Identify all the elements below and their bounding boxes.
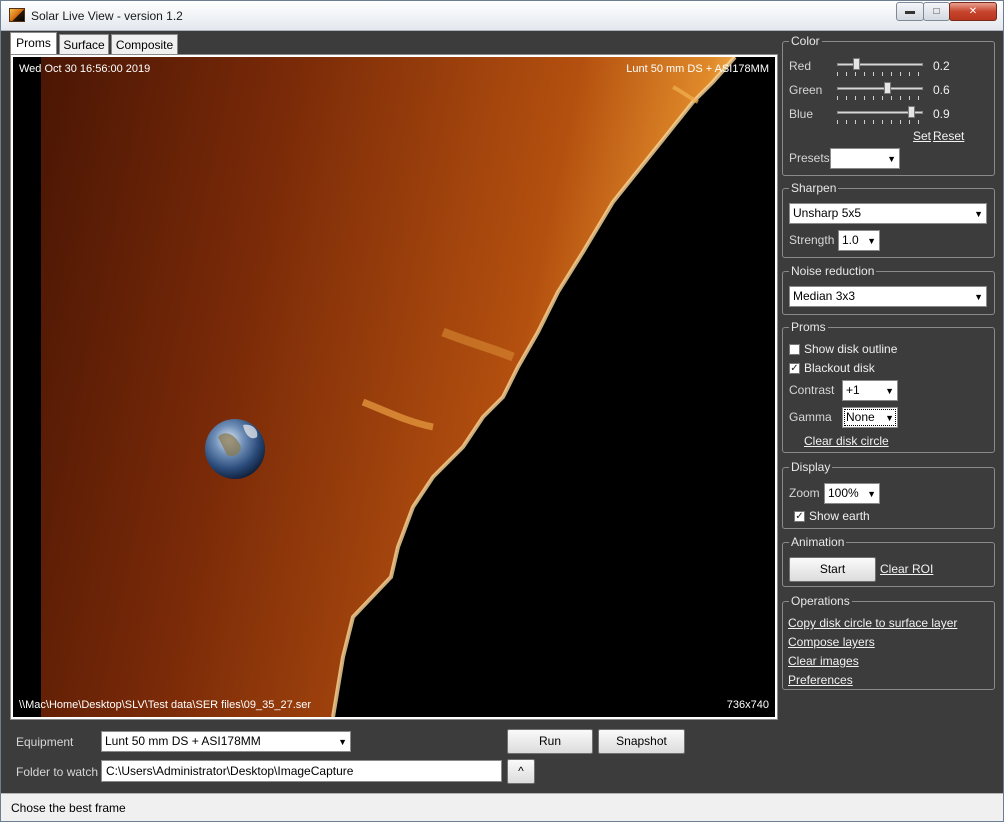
chevron-down-icon: ▼ bbox=[974, 209, 983, 219]
strength-value: 1.0 bbox=[842, 233, 859, 247]
red-slider[interactable] bbox=[837, 63, 923, 66]
presets-label: Presets bbox=[789, 151, 830, 165]
green-slider-ticks bbox=[837, 96, 923, 100]
snapshot-button[interactable]: Snapshot bbox=[598, 729, 685, 754]
folder-input[interactable]: C:\Users\Administrator\Desktop\ImageCapt… bbox=[101, 760, 502, 782]
presets-dropdown[interactable]: ▼ bbox=[830, 148, 900, 169]
contrast-label: Contrast bbox=[789, 383, 835, 397]
blue-value: 0.9 bbox=[933, 107, 950, 121]
file-path-overlay: \\Mac\Home\Desktop\SLV\Test data\SER fil… bbox=[19, 699, 312, 711]
contrast-value: +1 bbox=[846, 383, 860, 397]
chevron-down-icon: ▼ bbox=[974, 292, 983, 302]
green-slider[interactable] bbox=[837, 87, 923, 90]
chevron-down-icon: ▼ bbox=[885, 386, 894, 396]
title-bar[interactable]: Solar Live View - version 1.2 ▬ □ ✕ bbox=[1, 1, 1003, 31]
clear-roi-link[interactable]: Clear ROI bbox=[880, 562, 933, 576]
zoom-label: Zoom bbox=[789, 486, 820, 500]
noise-reduction-group: Noise reduction Median 3x3 ▼ bbox=[782, 264, 995, 315]
gamma-value: None bbox=[846, 410, 875, 424]
noise-method-dropdown[interactable]: Median 3x3 ▼ bbox=[789, 286, 987, 307]
noise-method-value: Median 3x3 bbox=[793, 289, 856, 303]
blackout-disk-checkbox[interactable]: ✓ bbox=[789, 363, 800, 374]
blue-slider-ticks bbox=[837, 120, 923, 124]
reset-color-link[interactable]: Reset bbox=[933, 129, 964, 143]
chevron-down-icon: ▼ bbox=[338, 737, 347, 747]
display-group: Display Zoom 100% ▼ ✓ Show earth bbox=[782, 460, 995, 529]
equipment-overlay: Lunt 50 mm DS + ASI178MM bbox=[626, 63, 769, 75]
status-bar: Chose the best frame bbox=[1, 793, 1003, 821]
set-color-link[interactable]: Set bbox=[913, 129, 931, 143]
minimize-button[interactable]: ▬ bbox=[896, 2, 924, 21]
sharpen-method-dropdown[interactable]: Unsharp 5x5 ▼ bbox=[789, 203, 987, 224]
status-text: Chose the best frame bbox=[11, 801, 126, 815]
red-value: 0.2 bbox=[933, 59, 950, 73]
blue-slider-thumb[interactable] bbox=[908, 106, 916, 118]
operations-group-title: Operations bbox=[789, 594, 852, 608]
tab-composite[interactable]: Composite bbox=[111, 34, 178, 55]
show-earth-label[interactable]: Show earth bbox=[809, 509, 870, 523]
image-view-frame: Wed Oct 30 16:56:00 2019 Lunt 50 mm DS +… bbox=[10, 54, 778, 720]
client-area: Proms Surface Composite Wed Oct 30 16:56… bbox=[1, 31, 1003, 821]
chevron-down-icon: ▼ bbox=[887, 154, 896, 164]
show-earth-checkbox[interactable]: ✓ bbox=[794, 511, 805, 522]
strength-label: Strength bbox=[789, 233, 835, 247]
clear-disk-circle-link[interactable]: Clear disk circle bbox=[804, 434, 889, 448]
blackout-disk-label[interactable]: Blackout disk bbox=[804, 361, 875, 375]
strength-dropdown[interactable]: 1.0 ▼ bbox=[838, 230, 880, 251]
zoom-dropdown[interactable]: 100% ▼ bbox=[824, 483, 880, 504]
green-value: 0.6 bbox=[933, 83, 950, 97]
compose-layers-link[interactable]: Compose layers bbox=[788, 635, 875, 649]
proms-group-title: Proms bbox=[789, 320, 828, 334]
show-disk-outline-checkbox[interactable] bbox=[789, 344, 800, 355]
zoom-value: 100% bbox=[828, 486, 859, 500]
dimensions-overlay: 736x740 bbox=[726, 699, 769, 711]
animation-group: Animation Start Clear ROI bbox=[782, 535, 995, 587]
green-slider-thumb[interactable] bbox=[884, 82, 892, 94]
equipment-value: Lunt 50 mm DS + ASI178MM bbox=[105, 734, 261, 748]
timestamp-overlay: Wed Oct 30 16:56:00 2019 bbox=[19, 63, 151, 75]
equipment-dropdown[interactable]: Lunt 50 mm DS + ASI178MM ▼ bbox=[101, 731, 351, 752]
solar-limb-image bbox=[41, 57, 737, 717]
operations-group: Operations Copy disk circle to surface l… bbox=[782, 594, 995, 690]
run-button[interactable]: Run bbox=[507, 729, 593, 754]
close-button[interactable]: ✕ bbox=[949, 2, 997, 21]
sharpen-group-title: Sharpen bbox=[789, 181, 839, 195]
show-disk-outline-label[interactable]: Show disk outline bbox=[804, 342, 897, 356]
green-label: Green bbox=[789, 83, 823, 97]
gamma-dropdown[interactable]: None ▼ bbox=[842, 407, 898, 428]
app-window: Solar Live View - version 1.2 ▬ □ ✕ Prom… bbox=[0, 0, 1004, 822]
start-animation-button[interactable]: Start bbox=[789, 557, 876, 582]
folder-label: Folder to watch bbox=[16, 765, 99, 779]
blue-label: Blue bbox=[789, 107, 814, 121]
app-logo-icon bbox=[9, 8, 25, 22]
red-slider-thumb[interactable] bbox=[852, 58, 860, 70]
display-group-title: Display bbox=[789, 460, 833, 474]
tab-surface[interactable]: Surface bbox=[59, 34, 109, 55]
window-title: Solar Live View - version 1.2 bbox=[31, 9, 183, 23]
equipment-label: Equipment bbox=[16, 735, 74, 749]
clear-images-link[interactable]: Clear images bbox=[788, 654, 859, 668]
sharpen-group: Sharpen Unsharp 5x5 ▼ Strength 1.0 ▼ bbox=[782, 181, 995, 258]
chevron-down-icon: ▼ bbox=[867, 236, 876, 246]
sharpen-method-value: Unsharp 5x5 bbox=[793, 206, 862, 220]
browse-folder-button[interactable]: ^ bbox=[507, 759, 535, 784]
noise-group-title: Noise reduction bbox=[789, 264, 877, 278]
red-label: Red bbox=[789, 59, 812, 73]
proms-group: Proms Show disk outline ✓ Blackout disk … bbox=[782, 320, 995, 453]
color-group-title: Color bbox=[789, 34, 822, 48]
sun-disk bbox=[41, 57, 735, 717]
contrast-dropdown[interactable]: +1 ▼ bbox=[842, 380, 898, 401]
copy-disk-circle-link[interactable]: Copy disk circle to surface layer bbox=[788, 616, 957, 630]
animation-group-title: Animation bbox=[789, 535, 847, 549]
color-group: Color Red 0.2 Green 0.6 Blue 0.9 Set Res… bbox=[782, 34, 995, 176]
preferences-link[interactable]: Preferences bbox=[788, 673, 853, 687]
tab-proms[interactable]: Proms bbox=[10, 32, 57, 55]
solar-image[interactable]: Wed Oct 30 16:56:00 2019 Lunt 50 mm DS +… bbox=[13, 57, 775, 717]
maximize-button[interactable]: □ bbox=[923, 2, 950, 21]
chevron-down-icon: ▼ bbox=[885, 413, 894, 423]
red-slider-ticks bbox=[837, 72, 923, 76]
gamma-label: Gamma bbox=[789, 410, 832, 424]
chevron-down-icon: ▼ bbox=[867, 489, 876, 499]
